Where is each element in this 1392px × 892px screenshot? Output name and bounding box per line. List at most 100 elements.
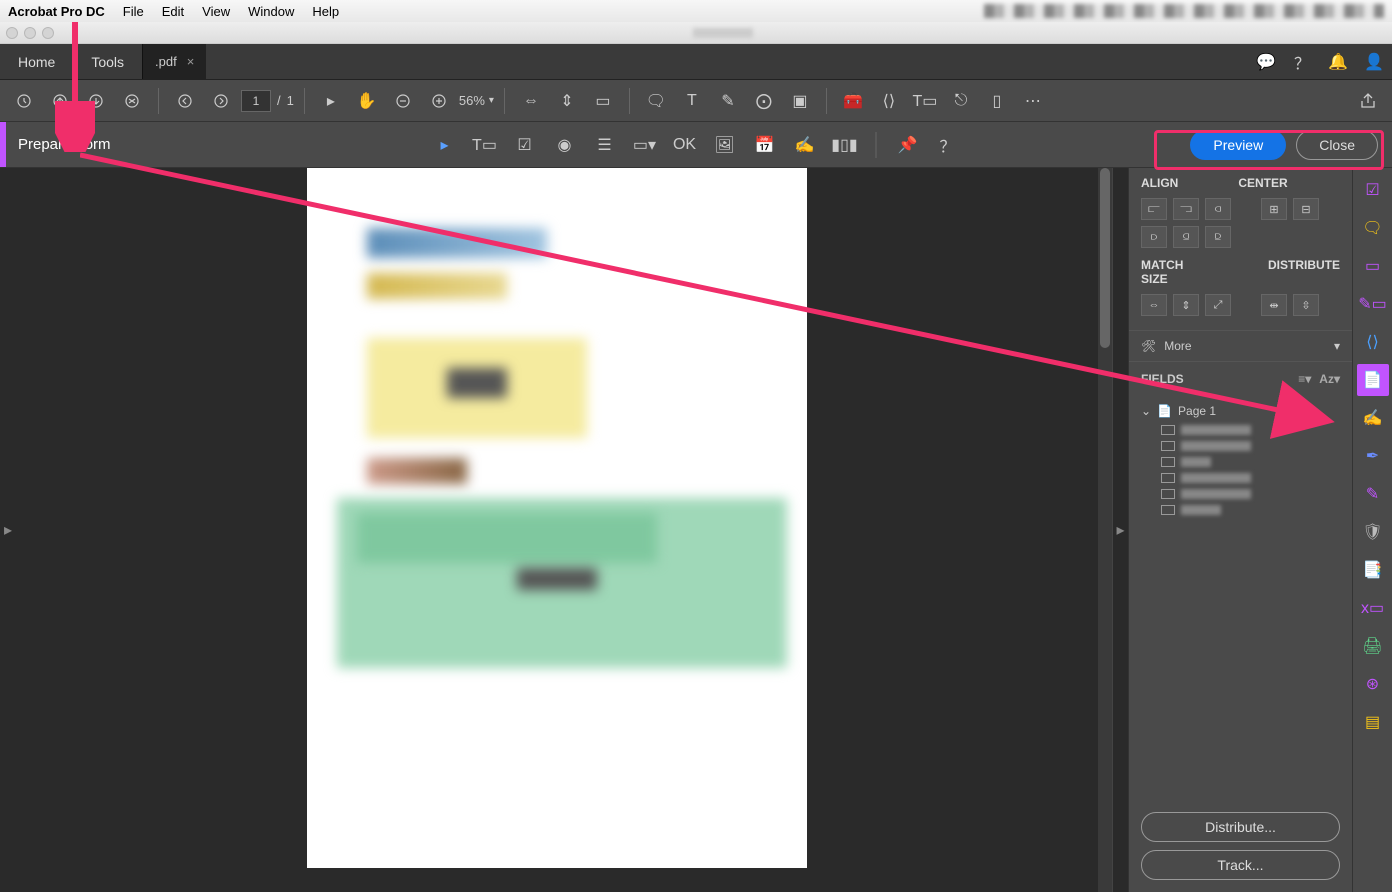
align-right-icon[interactable]: ⫏	[1205, 198, 1231, 220]
toolbox-icon[interactable]: 🧰	[837, 85, 869, 117]
sign-icon[interactable]: ✒	[1357, 440, 1389, 472]
scrollbar-thumb[interactable]	[1100, 168, 1110, 348]
comments-icon[interactable]: 💬	[1248, 44, 1284, 79]
link-icon[interactable]: ⎋	[945, 85, 977, 117]
center-v-icon[interactable]: ⊟	[1293, 198, 1319, 220]
align-top-icon[interactable]: ⫐	[1141, 226, 1167, 248]
export-pdf-icon[interactable]: ⟨⟩	[1357, 326, 1389, 358]
track-button[interactable]: Track...	[1141, 850, 1340, 880]
page-display-icon[interactable]: ▭	[587, 85, 619, 117]
page-node[interactable]: ⌄ 📄 Page 1	[1137, 400, 1344, 422]
right-panel-collapse[interactable]: ▸	[1112, 168, 1128, 892]
menu-help[interactable]: Help	[312, 4, 339, 19]
window-zoom-button[interactable]	[42, 27, 54, 39]
form-help-icon[interactable]: ？	[933, 130, 963, 160]
sort-az-icon[interactable]: A͏z▾	[1319, 372, 1340, 386]
field-item[interactable]	[1137, 438, 1344, 454]
zoom-in-icon[interactable]	[423, 85, 455, 117]
more-tools-icon[interactable]: ⋯	[1017, 85, 1049, 117]
more-options[interactable]: 🛠 More ▾	[1129, 330, 1352, 362]
fit-width-icon[interactable]: ⇔	[515, 85, 547, 117]
highlight-text-icon[interactable]: T	[676, 85, 708, 117]
menu-file[interactable]: File	[123, 4, 144, 19]
prepare-form-rail-icon[interactable]: 📄	[1357, 364, 1389, 396]
date-field-icon[interactable]: 📅	[750, 130, 780, 160]
align-vcenter-icon[interactable]: ⫑	[1173, 226, 1199, 248]
fill-sign-icon[interactable]: ✍	[1357, 402, 1389, 434]
help-icon[interactable]: ？	[1284, 44, 1320, 79]
selection-tool-icon[interactable]: ▸	[430, 130, 460, 160]
signature-field-icon[interactable]: ✍	[790, 130, 820, 160]
close-tab-icon[interactable]: ×	[187, 54, 195, 69]
checkbox-icon[interactable]: ☑	[510, 130, 540, 160]
field-item[interactable]	[1137, 422, 1344, 438]
text-field-icon[interactable]: T▭	[470, 130, 500, 160]
protect-icon[interactable]: 🛡	[1357, 516, 1389, 548]
organize-pages-icon[interactable]: ▭	[1357, 250, 1389, 282]
match-width-icon[interactable]: ⇔	[1141, 294, 1167, 316]
action-wizard-icon[interactable]: ▤	[1357, 706, 1389, 738]
align-left-icon[interactable]: ⫍	[1141, 198, 1167, 220]
create-pdf-icon[interactable]: ☑	[1357, 174, 1389, 206]
list-box-icon[interactable]: ☰	[590, 130, 620, 160]
print-production-icon[interactable]: 🖨	[1357, 630, 1389, 662]
vertical-scrollbar[interactable]	[1098, 168, 1112, 892]
print-icon[interactable]	[44, 85, 76, 117]
current-page-input[interactable]	[241, 90, 271, 112]
compare-icon[interactable]: 📑	[1357, 554, 1389, 586]
email-icon[interactable]	[116, 85, 148, 117]
menu-view[interactable]: View	[202, 4, 230, 19]
radio-button-icon[interactable]: ◉	[550, 130, 580, 160]
send-review-icon[interactable]: ✎	[1357, 478, 1389, 510]
menu-window[interactable]: Window	[248, 4, 294, 19]
match-height-icon[interactable]: ⇕	[1173, 294, 1199, 316]
align-bottom-icon[interactable]: ⫒	[1205, 226, 1231, 248]
edit-pdf-icon[interactable]: ✎▭	[1357, 288, 1389, 320]
hand-tool-icon[interactable]: ✋	[351, 85, 383, 117]
center-h-icon[interactable]: ⊞	[1261, 198, 1287, 220]
field-item[interactable]	[1137, 502, 1344, 518]
distribute-h-icon[interactable]: ⇹	[1261, 294, 1287, 316]
field-item[interactable]	[1137, 470, 1344, 486]
preview-button[interactable]: Preview	[1190, 130, 1286, 160]
fit-page-icon[interactable]: ⇕	[551, 85, 583, 117]
comment-tool-icon[interactable]: 🗨	[1357, 212, 1389, 244]
image-field-icon[interactable]: 🖼	[710, 130, 740, 160]
draw-icon[interactable]: ✎	[712, 85, 744, 117]
prev-page-icon[interactable]	[169, 85, 201, 117]
save-icon[interactable]	[8, 85, 40, 117]
document-canvas[interactable]	[16, 168, 1098, 892]
sticky-note-icon[interactable]: 🗨	[640, 85, 672, 117]
field-item[interactable]	[1137, 486, 1344, 502]
distribute-button[interactable]: Distribute...	[1141, 812, 1340, 842]
cloud-icon[interactable]	[80, 85, 112, 117]
stamp-icon[interactable]: ⨀	[748, 85, 780, 117]
share-icon[interactable]	[1352, 85, 1384, 117]
menu-edit[interactable]: Edit	[162, 4, 184, 19]
window-minimize-button[interactable]	[24, 27, 36, 39]
text-callout-icon[interactable]: T▭	[909, 85, 941, 117]
barcode-icon[interactable]: ▮▯▮	[830, 130, 860, 160]
distribute-v-icon[interactable]: ⇳	[1293, 294, 1319, 316]
account-icon[interactable]: 👤	[1356, 44, 1392, 79]
redact-icon[interactable]: x▭	[1357, 592, 1389, 624]
field-item[interactable]	[1137, 454, 1344, 470]
match-both-icon[interactable]: ⤢	[1205, 294, 1231, 316]
notifications-icon[interactable]: 🔔	[1320, 44, 1356, 79]
close-button[interactable]: Close	[1296, 130, 1378, 160]
button-icon[interactable]: OK	[670, 130, 700, 160]
text-box-icon[interactable]: ⟨⟩	[873, 85, 905, 117]
attach-icon[interactable]: ▣	[784, 85, 816, 117]
page-properties-icon[interactable]: ▯	[981, 85, 1013, 117]
align-hcenter-icon[interactable]: ⫎	[1173, 198, 1199, 220]
next-page-icon[interactable]	[205, 85, 237, 117]
zoom-dropdown[interactable]: 56% ▾	[459, 93, 494, 108]
accessibility-icon[interactable]: ⊛	[1357, 668, 1389, 700]
select-tool-icon[interactable]: ▸	[315, 85, 347, 117]
tab-home[interactable]: Home	[0, 44, 73, 79]
pin-icon[interactable]: 📌	[893, 130, 923, 160]
left-panel-expand[interactable]: ▸	[0, 168, 16, 892]
document-tab[interactable]: .pdf ×	[142, 44, 206, 79]
dropdown-icon[interactable]: ▭▾	[630, 130, 660, 160]
tab-tools[interactable]: Tools	[73, 44, 142, 79]
